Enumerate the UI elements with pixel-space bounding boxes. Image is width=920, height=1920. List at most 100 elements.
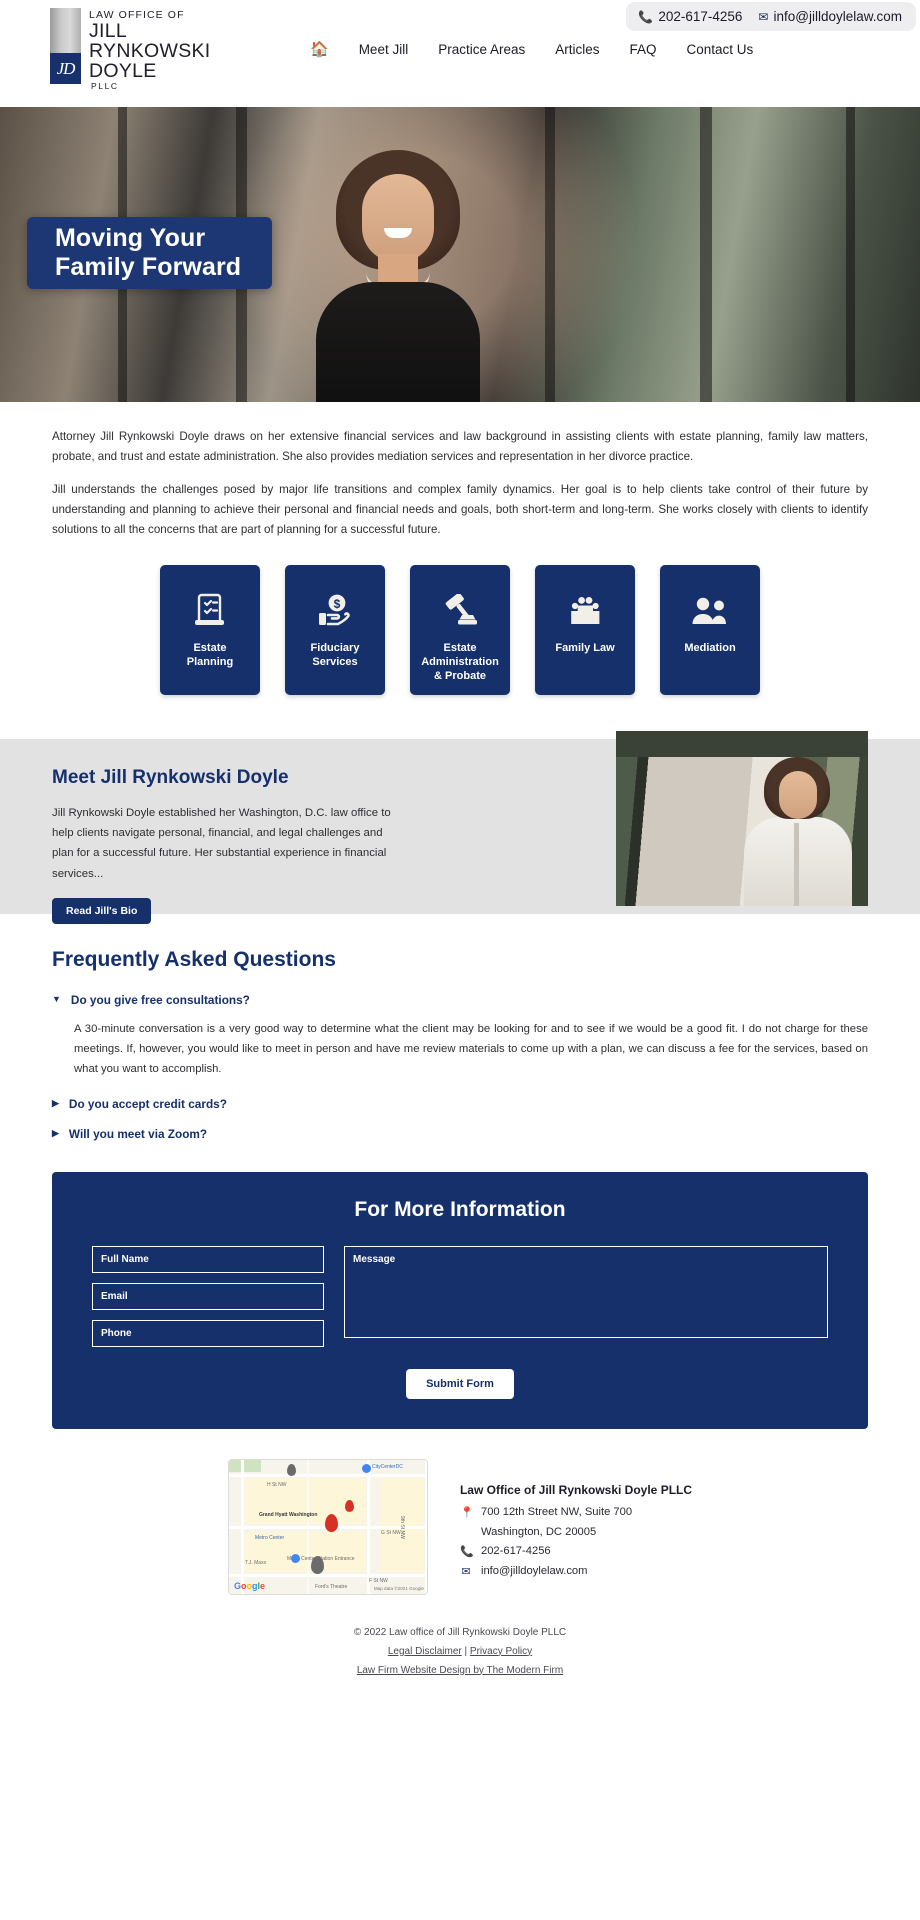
message-textarea[interactable] bbox=[344, 1245, 828, 1338]
hero-headline-line-2: Family Forward bbox=[55, 253, 242, 281]
office-email-row[interactable]: ✉ info@jilldoylelaw.com bbox=[460, 1565, 692, 1578]
office-location-map[interactable]: H St NW Grand Hyatt Washington Metro Cen… bbox=[227, 1458, 428, 1595]
office-address-block: Law Office of Jill Rynkowski Doyle PLLC … bbox=[460, 1459, 692, 1595]
chevron-down-icon: ▼ bbox=[52, 993, 61, 1004]
header-phone-label: 202-617-4256 bbox=[658, 9, 743, 24]
footer-legal: © 2022 Law office of Jill Rynkowski Doyl… bbox=[0, 1595, 920, 1680]
firm-name: Law Office of Jill Rynkowski Doyle PLLC bbox=[459, 1482, 693, 1497]
office-city: Washington, DC 20005 bbox=[480, 1525, 597, 1538]
faq-question-label: Do you accept credit cards? bbox=[68, 1096, 227, 1111]
full-name-input[interactable] bbox=[92, 1245, 324, 1273]
main-navigation: 🏠 Meet Jill Practice Areas Articles FAQ … bbox=[310, 40, 753, 58]
footer-section: H St NW Grand Hyatt Washington Metro Cen… bbox=[0, 1429, 920, 1595]
office-street-row: 📍 700 12th Street NW, Suite 700 bbox=[460, 1506, 692, 1519]
practice-card-fiduciary-services[interactable]: $ Fiduciary Services bbox=[285, 564, 385, 695]
practice-card-label: Estate Planning bbox=[186, 641, 234, 668]
practice-card-estate-planning[interactable]: Estate Planning bbox=[160, 564, 260, 695]
chevron-right-icon: ▶ bbox=[52, 1127, 59, 1138]
faq-item: ▶ Will you meet via Zoom? bbox=[52, 1124, 868, 1144]
map-pin-icon bbox=[361, 1463, 371, 1473]
hand-coin-icon: $ bbox=[317, 591, 353, 631]
faq-question-toggle[interactable]: ▶ Do you accept credit cards? bbox=[52, 1094, 868, 1114]
map-attribution: Map data ©2021 Google bbox=[373, 1585, 424, 1591]
nav-item-faq[interactable]: FAQ bbox=[630, 42, 657, 57]
envelope-icon: ✉ bbox=[461, 1565, 471, 1578]
practice-areas-cards: Estate Planning $ Fiduciary Services Est… bbox=[0, 553, 920, 739]
faq-answer: A 30-minute conversation is a very good … bbox=[74, 1022, 868, 1076]
faq-item: ▶ Do you accept credit cards? bbox=[52, 1094, 868, 1114]
read-bio-button[interactable]: Read Jill's Bio bbox=[52, 897, 152, 924]
office-phone-row[interactable]: 📞 202-617-4256 bbox=[460, 1545, 692, 1558]
map-pin-icon bbox=[286, 1463, 296, 1476]
footer-link-separator: | bbox=[464, 1645, 468, 1657]
nav-item-articles[interactable]: Articles bbox=[555, 42, 599, 57]
logo-mark: JD bbox=[50, 8, 81, 84]
logo-line-2: JILL bbox=[89, 19, 128, 42]
faq-heading: Frequently Asked Questions bbox=[52, 947, 336, 971]
meet-jill-section: Meet Jill Rynkowski Doyle Jill Rynkowski… bbox=[0, 730, 920, 924]
copyright-text: © 2022 Law office of Jill Rynkowski Doyl… bbox=[353, 1626, 567, 1638]
footer-links: Legal Disclaimer | Privacy Policy bbox=[0, 1642, 920, 1661]
home-icon[interactable]: 🏠 bbox=[310, 40, 329, 58]
site-logo[interactable]: JD LAW OFFICE OF JILL RYNKOWSKI DOYLE PL… bbox=[50, 8, 211, 91]
family-group-icon bbox=[568, 591, 602, 631]
meet-jill-heading: Meet Jill Rynkowski Doyle bbox=[52, 766, 289, 788]
practice-card-family-law[interactable]: Family Law bbox=[535, 564, 635, 695]
faq-question-toggle[interactable]: ▶ Will you meet via Zoom? bbox=[52, 1124, 868, 1144]
hero-banner: Moving Your Family Forward bbox=[0, 107, 920, 402]
logo-line-4: DOYLE bbox=[89, 60, 157, 83]
faq-section: Frequently Asked Questions ▼ Do you give… bbox=[0, 914, 920, 1144]
hero-portrait bbox=[298, 132, 498, 402]
map-pin-icon-primary bbox=[324, 1513, 338, 1532]
map-pin-icon bbox=[290, 1553, 300, 1563]
map-label: Metro Center bbox=[254, 1534, 285, 1541]
contact-form-section: For More Information Submit Form bbox=[0, 1154, 920, 1429]
map-label: 9th St NW bbox=[398, 1515, 405, 1539]
faq-question-toggle[interactable]: ▼ Do you give free consultations? bbox=[52, 990, 868, 1010]
two-people-icon bbox=[691, 591, 729, 631]
header-contact-pill: 📞 202-617-4256 ✉ info@jilldoylelaw.com bbox=[626, 2, 916, 31]
envelope-icon: ✉ bbox=[758, 9, 769, 24]
header-email[interactable]: ✉ info@jilldoylelaw.com bbox=[758, 9, 902, 24]
logo-line-5: PLLC bbox=[91, 80, 119, 91]
map-label: CityCenterDC bbox=[371, 1463, 403, 1470]
logo-line-3: RYNKOWSKI bbox=[89, 40, 211, 63]
office-phone: 202-617-4256 bbox=[480, 1544, 551, 1557]
email-input[interactable] bbox=[92, 1282, 324, 1310]
website-credit-link[interactable]: Law Firm Website Design by The Modern Fi… bbox=[357, 1665, 563, 1676]
practice-card-estate-administration-probate[interactable]: Estate Administration & Probate bbox=[410, 564, 510, 695]
map-label: Ford's Theatre bbox=[314, 1583, 348, 1590]
map-label: F St NW bbox=[368, 1577, 388, 1584]
phone-icon: 📞 bbox=[459, 1545, 474, 1558]
google-logo: Google bbox=[233, 1580, 266, 1591]
intro-section: Attorney Jill Rynkowski Doyle draws on h… bbox=[0, 402, 920, 540]
nav-item-practice-areas[interactable]: Practice Areas bbox=[438, 42, 525, 57]
nav-item-contact-us[interactable]: Contact Us bbox=[687, 42, 754, 57]
practice-card-label: Fiduciary Services bbox=[310, 641, 360, 668]
map-label: T.J. Maxx bbox=[244, 1559, 267, 1566]
practice-card-label: Mediation bbox=[684, 641, 736, 654]
chevron-right-icon: ▶ bbox=[52, 1097, 59, 1108]
site-header: 📞 202-617-4256 ✉ info@jilldoylelaw.com J… bbox=[0, 0, 920, 107]
map-pin-icon bbox=[344, 1499, 354, 1512]
nav-item-meet-jill[interactable]: Meet Jill bbox=[359, 42, 409, 57]
faq-question-label: Do you give free consultations? bbox=[70, 992, 250, 1007]
phone-input[interactable] bbox=[92, 1319, 324, 1347]
legal-disclaimer-link[interactable]: Legal Disclaimer bbox=[388, 1646, 462, 1657]
privacy-policy-link[interactable]: Privacy Policy bbox=[470, 1646, 532, 1657]
document-checklist-icon bbox=[194, 591, 226, 631]
header-email-label: info@jilldoylelaw.com bbox=[773, 9, 902, 24]
logo-wordmark: LAW OFFICE OF JILL RYNKOWSKI DOYLE PLLC bbox=[89, 8, 211, 91]
practice-card-label: Family Law bbox=[555, 641, 615, 654]
gavel-icon bbox=[442, 591, 478, 631]
faq-item: ▼ Do you give free consultations? A 30-m… bbox=[52, 990, 868, 1084]
intro-paragraph-1: Attorney Jill Rynkowski Doyle draws on h… bbox=[52, 430, 868, 463]
intro-paragraph-2: Jill understands the challenges posed by… bbox=[52, 482, 868, 536]
header-phone[interactable]: 📞 202-617-4256 bbox=[638, 9, 742, 24]
svg-text:$: $ bbox=[334, 597, 341, 611]
submit-form-button[interactable]: Submit Form bbox=[406, 1368, 514, 1399]
office-street: 700 12th Street NW, Suite 700 bbox=[480, 1505, 633, 1518]
location-pin-icon: 📍 bbox=[459, 1506, 474, 1519]
practice-card-mediation[interactable]: Mediation bbox=[660, 564, 760, 695]
map-pin-icon bbox=[310, 1555, 324, 1574]
